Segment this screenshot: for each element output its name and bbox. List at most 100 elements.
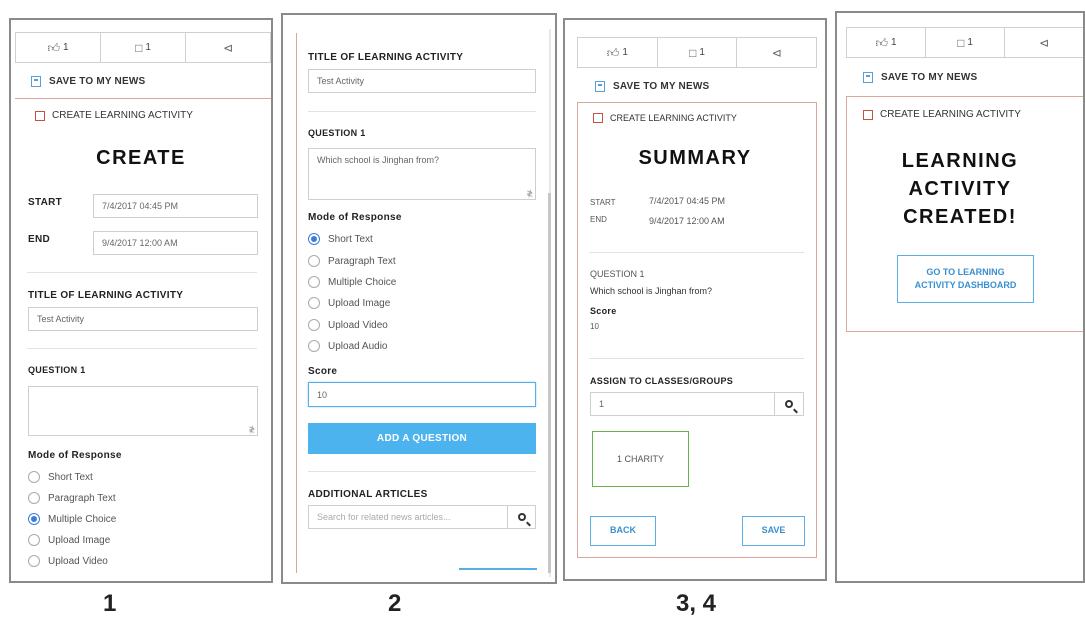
- question-label: QUESTION 1: [28, 365, 86, 375]
- articles-search-input[interactable]: Search for related news articles...: [308, 505, 508, 529]
- toolbar: 👍︎ 1 □ 1 ⊲: [15, 32, 271, 63]
- mode-of-response-label: Mode of Response: [308, 212, 402, 223]
- radio-icon: [308, 340, 320, 352]
- save-icon: [595, 80, 605, 92]
- comment-icon: □: [689, 45, 697, 60]
- radio-selected-icon: [28, 513, 40, 525]
- divider: [308, 111, 536, 112]
- assign-search-button[interactable]: [775, 392, 804, 416]
- question-textarea[interactable]: Which school is Jinghan from? ≹: [308, 148, 536, 200]
- like-button[interactable]: 👍︎ 1: [847, 28, 926, 57]
- activity-title-field[interactable]: Test Activity: [28, 307, 258, 331]
- save-icon: [863, 71, 873, 83]
- panel-divider: [15, 98, 271, 99]
- comment-button[interactable]: □ 1: [926, 28, 1005, 57]
- assign-search-input[interactable]: 1: [590, 392, 775, 416]
- like-button[interactable]: 👍︎ 1: [578, 38, 658, 67]
- save-button[interactable]: SAVE: [742, 516, 805, 546]
- share-icon: ⊲: [222, 40, 234, 55]
- save-to-my-news[interactable]: SAVE TO MY NEWS: [863, 62, 977, 92]
- caption-1: 1: [103, 590, 117, 617]
- question-textarea[interactable]: ≹: [28, 386, 258, 436]
- option-paragraph-text[interactable]: Paragraph Text: [28, 492, 116, 504]
- divider: [589, 252, 804, 253]
- score-label: Score: [308, 366, 338, 377]
- option-short-text[interactable]: Short Text: [308, 233, 373, 245]
- page-title: CREATE: [96, 147, 186, 169]
- back-button[interactable]: BACK: [590, 516, 656, 546]
- question-label: QUESTION 1: [590, 269, 645, 279]
- option-upload-video[interactable]: Upload Video: [308, 319, 388, 331]
- screen-2-question: TITLE OF LEARNING ACTIVITY Test Activity…: [281, 13, 557, 584]
- assign-label: ASSIGN TO CLASSES/GROUPS: [590, 376, 734, 386]
- radio-icon: [308, 276, 320, 288]
- like-button[interactable]: 👍︎ 1: [16, 33, 101, 62]
- create-learning-activity-header: CREATE LEARNING ACTIVITY: [593, 113, 737, 123]
- option-multiple-choice[interactable]: Multiple Choice: [28, 513, 116, 525]
- share-icon: ⊲: [1038, 35, 1050, 50]
- panel-border: [296, 33, 297, 573]
- mode-of-response-label: Mode of Response: [28, 450, 122, 461]
- caption-3-4: 3, 4: [676, 590, 717, 617]
- share-button[interactable]: ⊲: [186, 33, 270, 62]
- option-upload-audio[interactable]: Upload Audio: [308, 340, 388, 352]
- activity-title-label: TITLE OF LEARNING ACTIVITY: [308, 52, 464, 63]
- option-multiple-choice[interactable]: Multiple Choice: [308, 276, 396, 288]
- divider: [589, 358, 804, 359]
- start-label: START: [590, 198, 616, 207]
- radio-icon: [308, 297, 320, 309]
- resize-grip-icon[interactable]: ≹: [248, 425, 255, 434]
- add-question-button[interactable]: ADD A QUESTION: [308, 423, 536, 454]
- start-value: 7/4/2017 04:45 PM: [649, 196, 726, 206]
- radio-icon: [28, 471, 40, 483]
- book-icon: [863, 109, 873, 120]
- score-field[interactable]: 10: [308, 382, 536, 407]
- option-short-text[interactable]: Short Text: [28, 471, 93, 483]
- option-upload-image[interactable]: Upload Image: [28, 534, 110, 546]
- group-chip[interactable]: 1 CHARITY: [592, 431, 689, 487]
- option-paragraph-text[interactable]: Paragraph Text: [308, 255, 396, 267]
- start-field[interactable]: 7/4/2017 04:45 PM: [93, 194, 258, 218]
- end-label: END: [590, 215, 607, 224]
- screen-1-create: 👍︎ 1 □ 1 ⊲ SAVE TO MY NEWS CREATE LEARNING…: [9, 18, 273, 583]
- save-to-my-news[interactable]: SAVE TO MY NEWS: [31, 66, 145, 96]
- option-upload-image[interactable]: Upload Image: [308, 297, 390, 309]
- save-icon: [31, 75, 41, 87]
- screen-3-summary: 👍︎ 1 □ 1 ⊲ SAVE TO MY NEWS CREATE LEARNING…: [563, 18, 827, 581]
- page-title: SUMMARY: [638, 147, 752, 169]
- comment-icon: □: [957, 35, 965, 50]
- question-value: Which school is Jinghan from?: [590, 286, 713, 296]
- end-value: 9/4/2017 12:00 AM: [649, 216, 725, 226]
- question-label: QUESTION 1: [308, 128, 366, 138]
- thumbs-up-icon: 👍︎: [47, 40, 60, 55]
- radio-icon: [28, 492, 40, 504]
- share-button[interactable]: ⊲: [1005, 28, 1083, 57]
- share-icon: ⊲: [771, 45, 782, 60]
- save-to-my-news[interactable]: SAVE TO MY NEWS: [595, 71, 709, 101]
- end-field[interactable]: 9/4/2017 12:00 AM: [93, 231, 258, 255]
- summary-panel: [577, 102, 817, 558]
- create-learning-activity-header: CREATE LEARNING ACTIVITY: [863, 109, 1021, 120]
- thumbs-up-icon: 👍︎: [606, 45, 620, 60]
- toolbar: 👍︎ 1 □ 1 ⊲: [577, 37, 817, 68]
- score-value: 10: [590, 322, 599, 331]
- radio-icon: [28, 534, 40, 546]
- score-label: Score: [590, 306, 617, 316]
- divider: [27, 348, 257, 349]
- divider: [27, 272, 257, 273]
- create-learning-activity-header: CREATE LEARNING ACTIVITY: [35, 110, 193, 121]
- resize-grip-icon[interactable]: ≹: [526, 189, 533, 198]
- toolbar: 👍︎ 1 □ 1 ⊲: [846, 27, 1083, 58]
- comment-button[interactable]: □ 1: [101, 33, 186, 62]
- share-button[interactable]: ⊲: [737, 38, 816, 67]
- articles-search-button[interactable]: [508, 505, 536, 529]
- go-to-dashboard-button[interactable]: GO TO LEARNING ACTIVITY DASHBOARD: [897, 255, 1034, 303]
- activity-title-label: TITLE OF LEARNING ACTIVITY: [28, 290, 184, 301]
- screen-4-created: 👍︎ 1 □ 1 ⊲ SAVE TO MY NEWS CREATE LEARNING…: [835, 11, 1085, 583]
- scrollbar-thumb[interactable]: [548, 193, 551, 573]
- comment-button[interactable]: □ 1: [658, 38, 738, 67]
- search-icon: [785, 400, 793, 408]
- option-upload-video[interactable]: Upload Video: [28, 555, 108, 567]
- activity-title-field[interactable]: Test Activity: [308, 69, 536, 93]
- search-icon: [517, 513, 526, 521]
